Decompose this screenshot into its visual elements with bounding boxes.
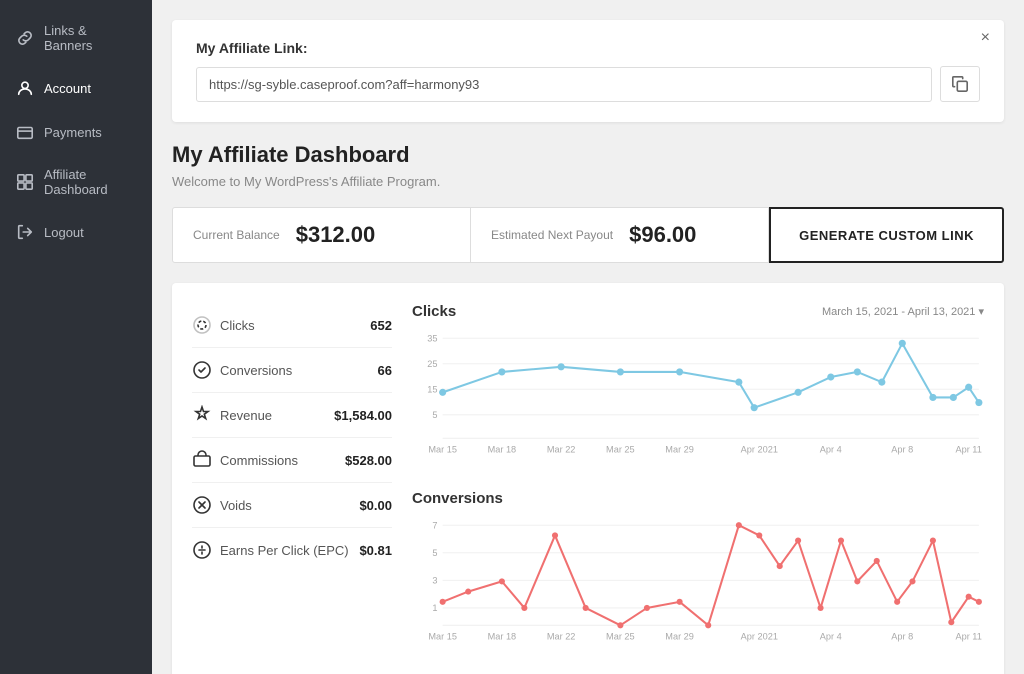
sidebar-item-account[interactable]: Account [0, 66, 152, 110]
svg-text:25: 25 [427, 359, 437, 369]
svg-text:3: 3 [432, 575, 437, 585]
affiliate-link-card: × My Affiliate Link: [172, 20, 1004, 122]
voids-label: Voids [220, 498, 252, 513]
sidebar-item-links-banners[interactable]: Links & Banners [0, 10, 152, 66]
svg-text:Apr 4: Apr 4 [820, 445, 842, 455]
svg-text:Mar 25: Mar 25 [606, 445, 635, 455]
left-stats: Clicks 652 Conversions 66 [192, 303, 392, 674]
clicks-icon [192, 315, 212, 335]
conversions-chart-svg: 7 5 3 1 [412, 515, 984, 648]
clicks-value: 652 [370, 318, 392, 333]
sidebar-item-label: Logout [44, 225, 84, 240]
dashboard-subtitle: Welcome to My WordPress's Affiliate Prog… [172, 174, 1004, 189]
svg-text:15: 15 [427, 384, 437, 394]
epc-value: $0.81 [359, 543, 392, 558]
sidebar: Links & Banners Account Payments [0, 0, 152, 674]
next-payout-box: Estimated Next Payout $96.00 [471, 207, 769, 263]
svg-text:35: 35 [427, 333, 437, 343]
voids-icon [192, 495, 212, 515]
affiliate-link-label: My Affiliate Link: [196, 40, 980, 56]
sidebar-item-label: Affiliate Dashboard [44, 167, 136, 197]
charts-card: Clicks 652 Conversions 66 [172, 283, 1004, 674]
svg-text:Mar 18: Mar 18 [488, 631, 517, 641]
clicks-chart-title: Clicks [412, 303, 456, 320]
svg-text:7: 7 [432, 520, 437, 530]
epc-label: Earns Per Click (EPC) [220, 543, 349, 558]
svg-text:1: 1 [432, 603, 437, 613]
stats-row: Current Balance $312.00 Estimated Next P… [172, 207, 1004, 263]
stat-row-epc: Earns Per Click (EPC) $0.81 [192, 528, 392, 572]
svg-text:Mar 29: Mar 29 [665, 631, 694, 641]
link-icon [16, 29, 34, 47]
clicks-label: Clicks [220, 318, 255, 333]
svg-text:Apr 2021: Apr 2021 [741, 631, 778, 641]
account-icon [16, 79, 34, 97]
svg-text:Apr 8: Apr 8 [891, 631, 913, 641]
stat-row-conversions: Conversions 66 [192, 348, 392, 393]
conversions-chart-section: Conversions 7 5 3 1 [412, 490, 984, 653]
clicks-date-range[interactable]: March 15, 2021 - April 13, 2021 ▾ [822, 305, 984, 318]
svg-text:Apr 8: Apr 8 [891, 445, 913, 455]
svg-text:Apr 11: Apr 11 [955, 445, 981, 455]
svg-text:Mar 15: Mar 15 [428, 631, 457, 641]
revenue-label: Revenue [220, 408, 272, 423]
sidebar-item-payments[interactable]: Payments [0, 110, 152, 154]
epc-icon [192, 540, 212, 560]
sidebar-item-logout[interactable]: Logout [0, 210, 152, 254]
commissions-icon [192, 450, 212, 470]
logout-icon [16, 223, 34, 241]
next-payout-label: Estimated Next Payout [491, 228, 613, 242]
next-payout-value: $96.00 [629, 222, 696, 248]
right-charts: Clicks March 15, 2021 - April 13, 2021 ▾… [412, 303, 984, 674]
svg-text:Mar 25: Mar 25 [606, 631, 635, 641]
svg-text:Mar 29: Mar 29 [665, 445, 694, 455]
sidebar-item-affiliate-dashboard[interactable]: Affiliate Dashboard [0, 154, 152, 210]
sidebar-item-label: Links & Banners [44, 23, 136, 53]
svg-text:5: 5 [432, 410, 437, 420]
conversions-chart-title: Conversions [412, 490, 503, 507]
commissions-label: Commissions [220, 453, 298, 468]
svg-text:Apr 4: Apr 4 [820, 631, 842, 641]
sidebar-item-label: Payments [44, 125, 102, 140]
conversions-chart-container: 7 5 3 1 [412, 515, 984, 653]
revenue-value: $1,584.00 [334, 408, 392, 423]
svg-text:Apr 11: Apr 11 [955, 631, 981, 641]
svg-text:Mar 22: Mar 22 [547, 445, 576, 455]
conversions-value: 66 [378, 363, 392, 378]
close-button[interactable]: × [981, 30, 990, 46]
generate-custom-link-button[interactable]: GENERATE CUSTOM LINK [769, 207, 1004, 263]
svg-text:Mar 18: Mar 18 [488, 445, 517, 455]
voids-value: $0.00 [359, 498, 392, 513]
clicks-chart-svg: 35 25 15 5 [412, 328, 984, 461]
conversions-label: Conversions [220, 363, 292, 378]
payments-icon [16, 123, 34, 141]
stat-row-commissions: Commissions $528.00 [192, 438, 392, 483]
dashboard-icon [16, 173, 34, 191]
main-content: × My Affiliate Link: My Affiliate Dashbo… [152, 0, 1024, 674]
svg-text:Apr 2021: Apr 2021 [741, 445, 778, 455]
commissions-value: $528.00 [345, 453, 392, 468]
current-balance-value: $312.00 [296, 222, 376, 248]
affiliate-link-input[interactable] [196, 67, 932, 102]
svg-text:Mar 15: Mar 15 [428, 445, 457, 455]
revenue-icon [192, 405, 212, 425]
sidebar-item-label: Account [44, 81, 91, 96]
clicks-chart-section: Clicks March 15, 2021 - April 13, 2021 ▾… [412, 303, 984, 466]
svg-text:5: 5 [432, 548, 437, 558]
stat-row-clicks: Clicks 652 [192, 303, 392, 348]
stat-row-voids: Voids $0.00 [192, 483, 392, 528]
current-balance-label: Current Balance [193, 228, 280, 242]
clicks-chart-container: 35 25 15 5 [412, 328, 984, 466]
conversions-icon [192, 360, 212, 380]
dashboard-title: My Affiliate Dashboard [172, 142, 1004, 168]
svg-text:Mar 22: Mar 22 [547, 631, 576, 641]
copy-button[interactable] [940, 66, 980, 102]
stat-row-revenue: Revenue $1,584.00 [192, 393, 392, 438]
current-balance-box: Current Balance $312.00 [172, 207, 471, 263]
